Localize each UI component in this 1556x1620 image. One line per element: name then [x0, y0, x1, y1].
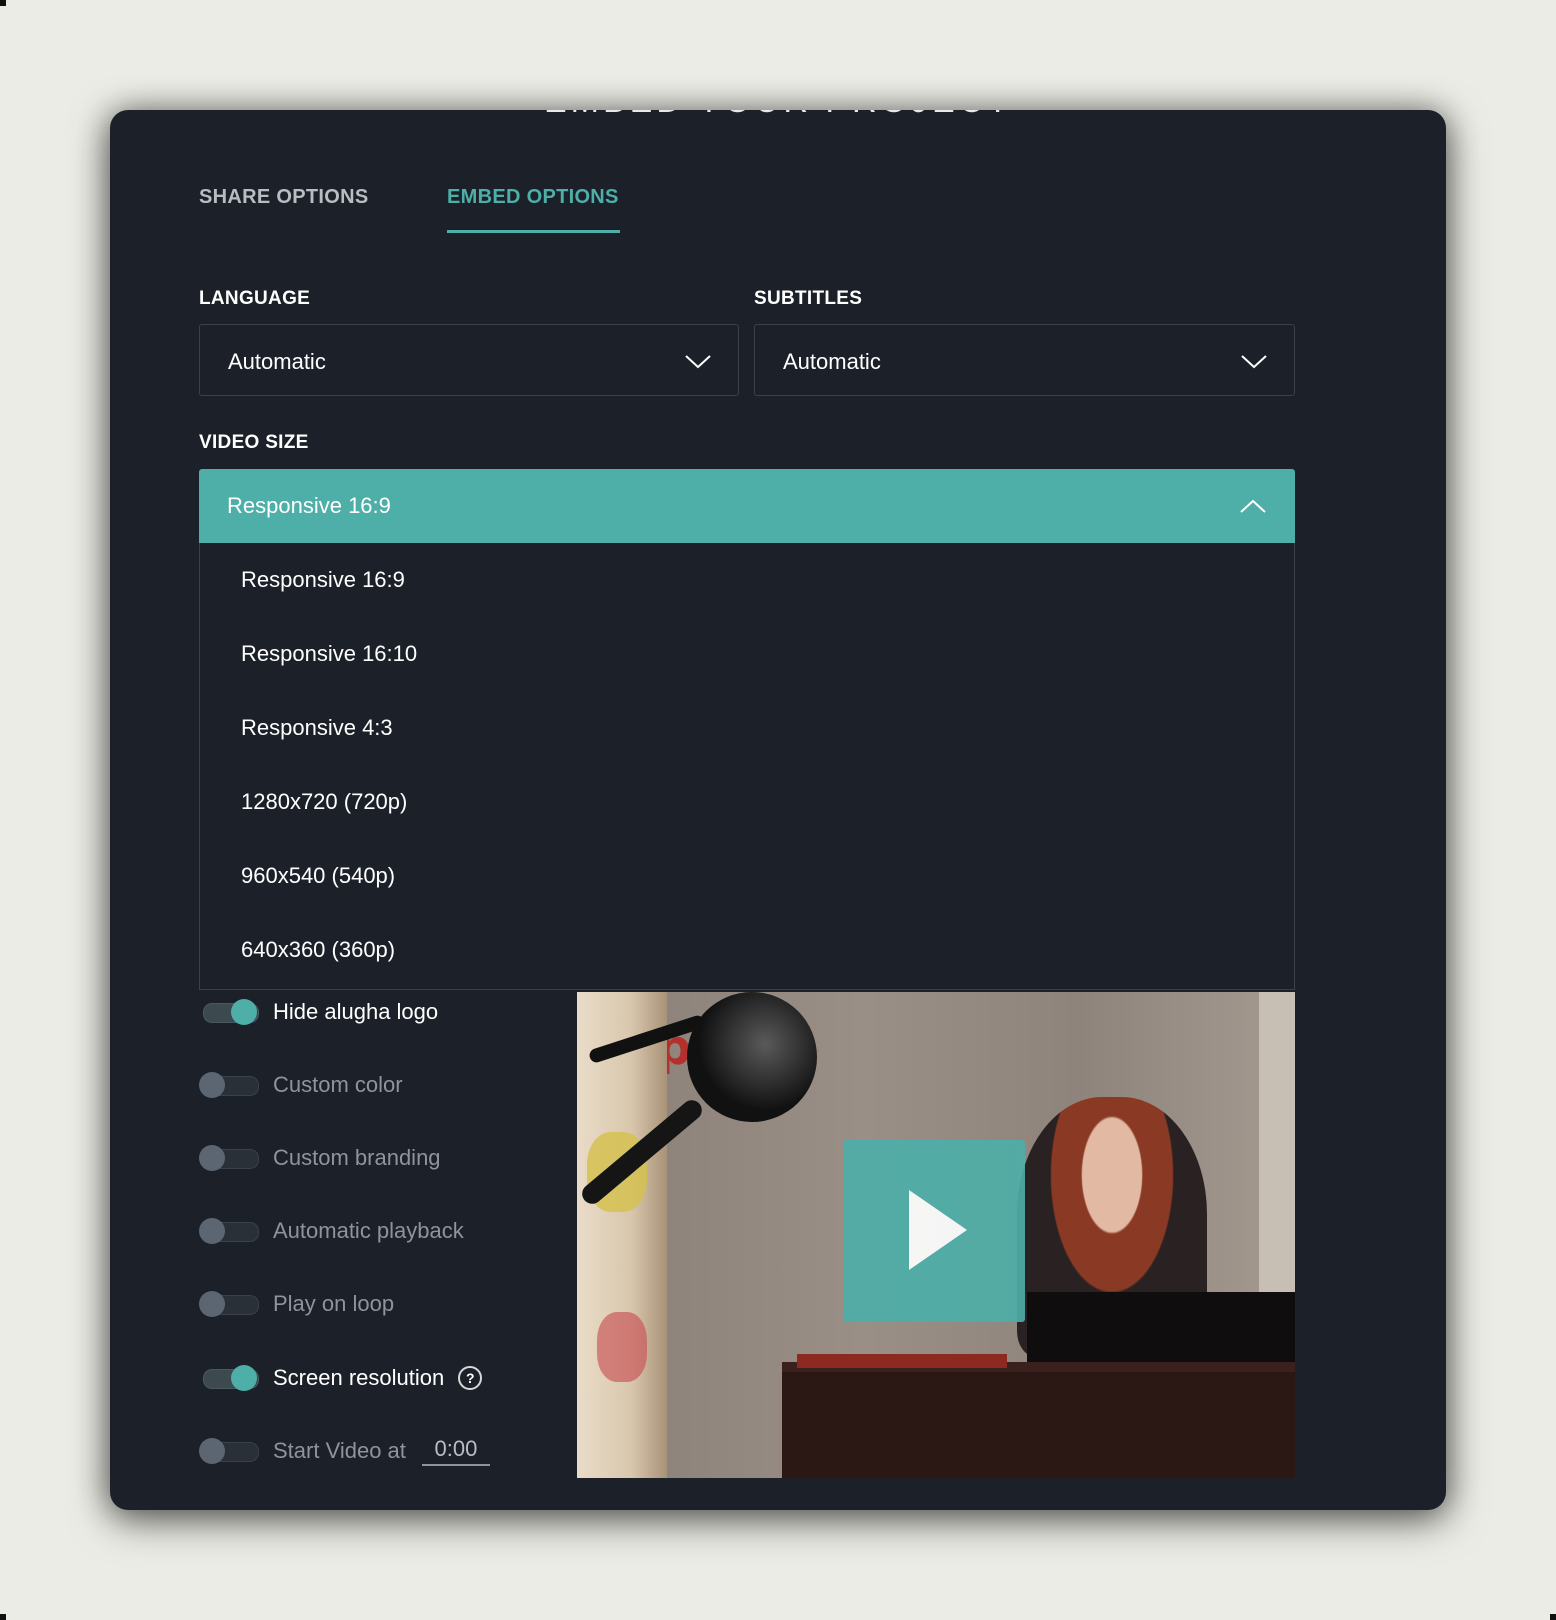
video-size-select[interactable]: Responsive 16:9	[199, 469, 1295, 543]
subtitles-label: SUBTITLES	[754, 288, 863, 309]
screen-resolution-toggle[interactable]	[199, 1365, 259, 1391]
toggle-row-hide-logo: Hide alugha logo	[199, 992, 438, 1032]
chevron-up-icon	[1240, 499, 1266, 513]
video-size-option[interactable]: Responsive 16:9	[200, 543, 1294, 617]
toggle-row-play-on-loop: Play on loop	[199, 1284, 394, 1324]
language-select[interactable]: Automatic	[199, 324, 739, 396]
video-size-option[interactable]: Responsive 16:10	[200, 617, 1294, 691]
corner-mark	[0, 0, 6, 6]
video-size-dropdown: Responsive 16:9 Responsive 16:10 Respons…	[199, 543, 1295, 990]
help-icon[interactable]: ?	[458, 1366, 483, 1390]
preview-tray	[797, 1354, 1007, 1368]
subtitles-select[interactable]: Automatic	[754, 324, 1295, 396]
video-size-option[interactable]: 640x360 (360p)	[200, 913, 1294, 987]
automatic-playback-label: Automatic playback	[273, 1218, 464, 1243]
toggle-row-screen-resolution: Screen resolution ?	[199, 1358, 483, 1398]
active-tab-indicator	[447, 230, 620, 233]
automatic-playback-toggle[interactable]	[199, 1218, 259, 1244]
toggle-row-custom-branding: Custom branding	[199, 1138, 441, 1178]
custom-branding-toggle[interactable]	[199, 1145, 259, 1171]
play-on-loop-toggle[interactable]	[199, 1291, 259, 1317]
preview-wall-panel	[1259, 992, 1295, 1292]
screen-resolution-label: Screen resolution	[273, 1365, 445, 1390]
toggle-row-start-video: Start Video at	[199, 1431, 490, 1471]
video-size-option[interactable]: Responsive 4:3	[200, 691, 1294, 765]
start-video-toggle[interactable]	[199, 1438, 259, 1464]
video-preview[interactable]: ppy	[577, 992, 1295, 1478]
hide-logo-label: Hide alugha logo	[273, 999, 439, 1024]
chevron-down-icon	[1241, 355, 1267, 369]
preview-desk	[782, 1372, 1295, 1478]
preview-person-left	[577, 992, 667, 1478]
custom-color-label: Custom color	[273, 1072, 403, 1097]
preview-music-stand	[1027, 1292, 1295, 1372]
modal-title: EMBED YOUR PROJECT	[110, 110, 1446, 121]
play-on-loop-label: Play on loop	[273, 1291, 395, 1316]
language-label: LANGUAGE	[199, 288, 311, 309]
start-time-input[interactable]	[421, 1436, 490, 1466]
custom-color-toggle[interactable]	[199, 1072, 259, 1098]
toggle-row-custom-color: Custom color	[199, 1065, 403, 1105]
chevron-down-icon	[685, 355, 711, 369]
tab-embed-options[interactable]: EMBED OPTIONS	[447, 186, 619, 209]
corner-mark	[0, 1614, 6, 1620]
video-size-label: VIDEO SIZE	[199, 432, 309, 453]
embed-modal: EMBED YOUR PROJECT SHARE OPTIONS EMBED O…	[110, 110, 1446, 1510]
corner-mark	[1550, 1614, 1556, 1620]
video-size-value: Responsive 16:9	[227, 493, 391, 518]
custom-branding-label: Custom branding	[273, 1145, 441, 1170]
toggle-row-automatic-playback: Automatic playback	[199, 1211, 464, 1251]
start-video-label: Start Video at	[273, 1438, 406, 1463]
video-size-option[interactable]: 960x540 (540p)	[200, 839, 1294, 913]
language-value: Automatic	[228, 349, 326, 374]
subtitles-value: Automatic	[783, 349, 881, 374]
play-button[interactable]	[843, 1140, 1025, 1322]
preview-shirt-pattern	[597, 1312, 647, 1382]
preview-microphone	[687, 992, 817, 1122]
video-size-option[interactable]: 1280x720 (720p)	[200, 765, 1294, 839]
play-icon	[909, 1190, 967, 1270]
tab-share-options[interactable]: SHARE OPTIONS	[199, 186, 368, 209]
hide-logo-toggle[interactable]	[199, 999, 259, 1025]
